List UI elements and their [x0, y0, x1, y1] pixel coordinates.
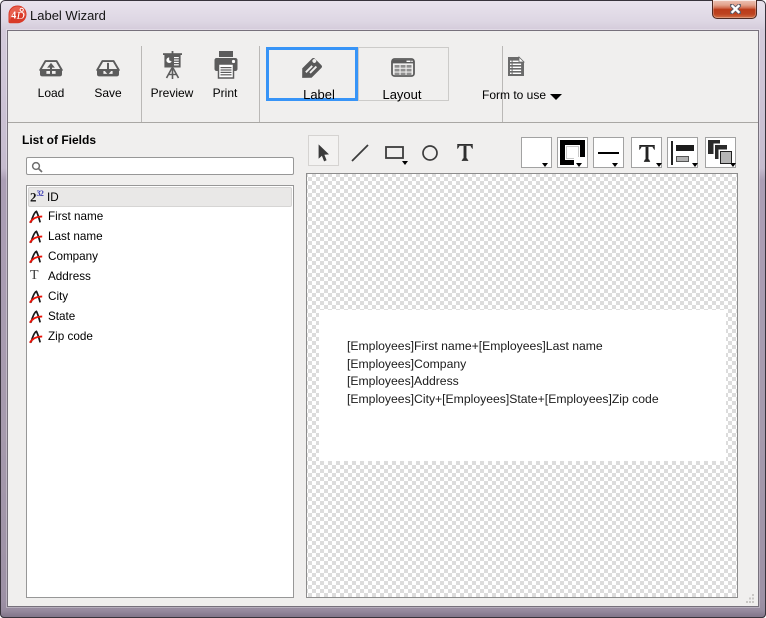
svg-text:4: 4	[11, 11, 16, 22]
svg-text:D: D	[16, 10, 25, 22]
